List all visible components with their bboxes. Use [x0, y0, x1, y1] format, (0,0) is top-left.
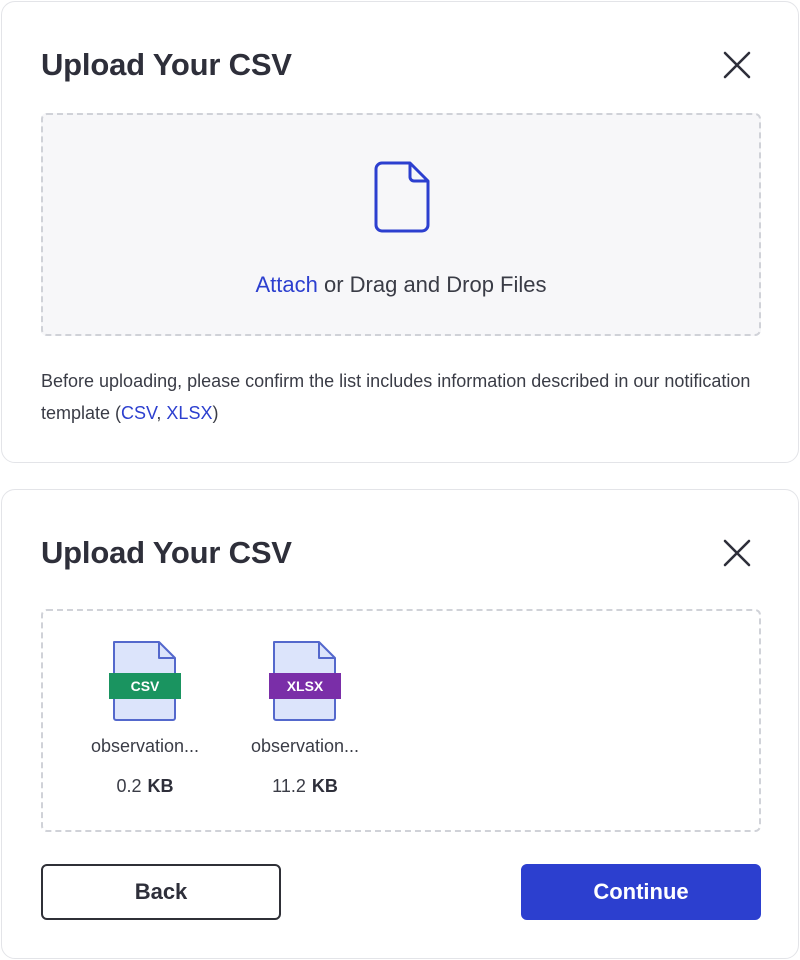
- file-size-value: 0.2: [116, 776, 142, 796]
- file-type-label: CSV: [131, 678, 160, 694]
- upload-dialog-files: Upload Your CSV CSV observation... 0.2 KB…: [1, 489, 799, 959]
- file-size-unit: KB: [147, 776, 174, 796]
- continue-button[interactable]: Continue: [521, 864, 761, 920]
- csv-file-icon: CSV: [109, 641, 181, 721]
- file-size-unit: KB: [311, 776, 338, 796]
- file-type-label: XLSX: [287, 678, 324, 694]
- note-separator: ,: [156, 403, 167, 423]
- dropzone-instruction: Attach or Drag and Drop Files: [43, 272, 759, 298]
- xlsx-template-link[interactable]: XLSX: [166, 403, 212, 423]
- note-close-paren: ): [212, 403, 219, 423]
- file-name: observation...: [90, 736, 200, 756]
- document-icon: [374, 161, 430, 233]
- file-list-area[interactable]: CSV observation... 0.2 KB XLSX observatio…: [41, 609, 761, 832]
- file-size: 0.2 KB: [81, 776, 209, 797]
- template-note: Before uploading, please confirm the lis…: [41, 365, 761, 429]
- file-size: 11.2 KB: [241, 776, 369, 797]
- xlsx-file-icon: XLSX: [269, 641, 341, 721]
- csv-template-link[interactable]: CSV: [121, 403, 156, 423]
- file-name: observation...: [250, 736, 360, 756]
- close-icon[interactable]: [721, 49, 753, 81]
- dialog-title: Upload Your CSV: [41, 47, 292, 82]
- upload-dialog-empty: Upload Your CSV Attach or Drag and Drop …: [1, 1, 799, 463]
- dialog-title: Upload Your CSV: [41, 535, 292, 570]
- file-item-xlsx[interactable]: XLSX observation... 11.2 KB: [241, 611, 369, 831]
- file-dropzone[interactable]: Attach or Drag and Drop Files: [41, 113, 761, 336]
- drag-drop-text: or Drag and Drop Files: [317, 272, 547, 297]
- file-item-csv[interactable]: CSV observation... 0.2 KB: [81, 611, 209, 831]
- close-icon[interactable]: [721, 537, 753, 569]
- file-size-value: 11.2: [272, 776, 306, 796]
- back-button[interactable]: Back: [41, 864, 281, 920]
- attach-link[interactable]: Attach: [255, 272, 317, 297]
